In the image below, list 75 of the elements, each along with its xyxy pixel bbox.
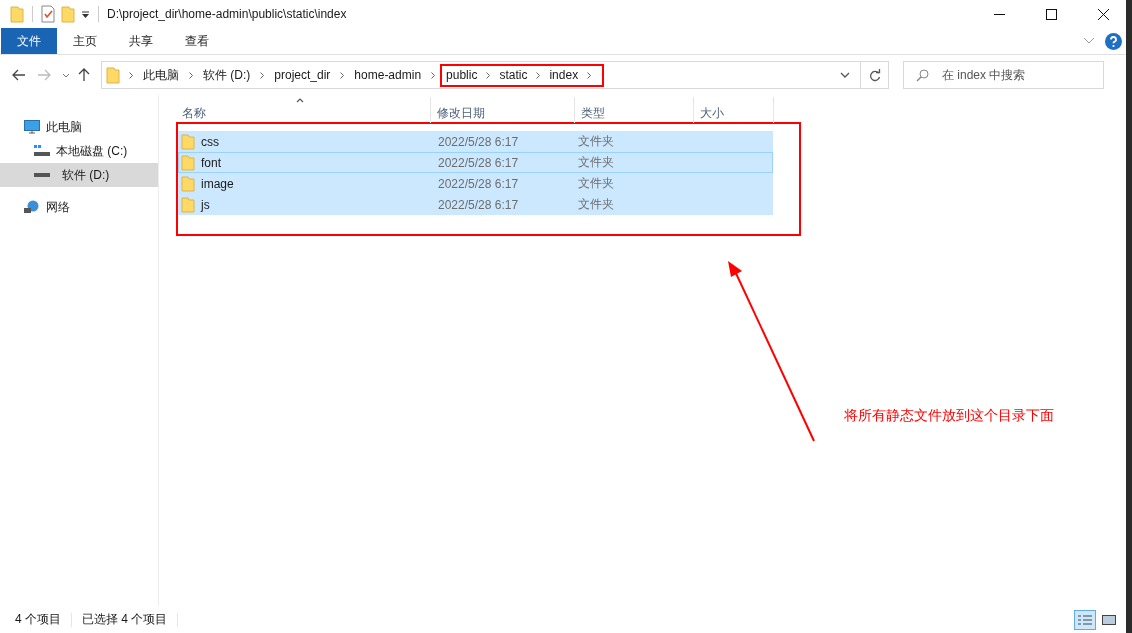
folder-icon bbox=[181, 196, 195, 213]
details-view-icon bbox=[1077, 613, 1093, 626]
file-row[interactable]: js 2022/5/28 6:17 文件夹 bbox=[178, 194, 773, 215]
back-icon[interactable] bbox=[12, 69, 26, 81]
chevron-icon[interactable] bbox=[340, 71, 345, 79]
file-type: 文件夹 bbox=[577, 154, 615, 171]
file-name: css bbox=[201, 134, 219, 149]
file-row[interactable]: font 2022/5/28 6:17 文件夹 bbox=[178, 152, 773, 173]
ribbon-tab[interactable]: 共享 bbox=[113, 28, 169, 54]
expand-ribbon-icon[interactable] bbox=[1083, 37, 1095, 45]
file-row[interactable]: css 2022/5/28 6:17 文件夹 bbox=[178, 131, 773, 152]
folder-icon bbox=[106, 66, 120, 84]
address-bar[interactable]: 此电脑 软件 (D:) project_dir home-admin public static index bbox=[101, 61, 861, 89]
breadcrumb-item[interactable]: index bbox=[545, 68, 583, 82]
breadcrumb-item[interactable]: 此电脑 bbox=[138, 66, 184, 84]
modified-date: 2022/5/28 6:17 bbox=[437, 176, 520, 191]
drive-icon bbox=[34, 173, 50, 177]
up-icon[interactable] bbox=[78, 68, 90, 82]
modified-date: 2022/5/28 6:17 bbox=[437, 155, 520, 170]
chevron-icon[interactable] bbox=[260, 71, 265, 79]
sidebar-item[interactable]: 网络 bbox=[0, 195, 158, 219]
breadcrumb-item[interactable]: public bbox=[442, 68, 482, 82]
sidebar-item[interactable]: 此电脑 bbox=[0, 115, 158, 139]
close-icon bbox=[1097, 8, 1109, 20]
search-icon bbox=[916, 69, 929, 82]
file-name: image bbox=[201, 176, 234, 191]
folder-icon bbox=[181, 175, 195, 192]
file-type: 文件夹 bbox=[577, 175, 615, 192]
window-title: D:\project_dir\home-admin\public\static\index bbox=[107, 7, 347, 21]
large-icons-view-icon bbox=[1101, 613, 1117, 626]
file-type: 文件夹 bbox=[577, 196, 615, 213]
properties-icon[interactable] bbox=[41, 5, 55, 23]
file-name: font bbox=[201, 155, 221, 170]
dropdown-icon[interactable] bbox=[81, 9, 90, 19]
drive-icon bbox=[34, 145, 50, 157]
computer-icon bbox=[24, 120, 40, 134]
ribbon-tab[interactable]: 查看 bbox=[169, 28, 225, 54]
file-row[interactable]: image 2022/5/28 6:17 文件夹 bbox=[178, 173, 773, 194]
item-count: 4 个项目 bbox=[15, 611, 61, 628]
recent-locations-icon[interactable] bbox=[62, 72, 70, 78]
refresh-button[interactable] bbox=[861, 61, 889, 89]
file-name: js bbox=[201, 197, 210, 212]
modified-date: 2022/5/28 6:17 bbox=[437, 197, 520, 212]
chevron-icon[interactable] bbox=[486, 71, 491, 79]
dropdown-icon[interactable] bbox=[840, 72, 850, 78]
breadcrumb-item[interactable]: project_dir bbox=[269, 68, 336, 82]
chevron-icon[interactable] bbox=[189, 71, 193, 79]
chevron-icon[interactable] bbox=[129, 71, 133, 79]
annotation-text: 将所有静态文件放到这个目录下面 bbox=[844, 407, 1054, 425]
refresh-icon bbox=[868, 68, 881, 82]
breadcrumb-item[interactable]: static bbox=[495, 68, 532, 82]
chevron-icon[interactable] bbox=[587, 71, 592, 79]
column-header[interactable]: 类型 bbox=[575, 97, 694, 123]
selection-count: 已选择 4 个项目 bbox=[82, 611, 168, 628]
network-icon bbox=[24, 200, 40, 214]
chevron-icon[interactable] bbox=[536, 71, 541, 79]
breadcrumb-item[interactable]: 软件 (D:) bbox=[198, 66, 256, 84]
column-header[interactable]: 名称 bbox=[176, 97, 431, 123]
folder-icon bbox=[181, 154, 195, 171]
ribbon-tab[interactable]: 文件 bbox=[1, 28, 57, 54]
maximize-icon bbox=[1045, 8, 1057, 20]
folder-icon bbox=[181, 133, 195, 150]
sidebar-item[interactable]: 软件 (D:) bbox=[0, 163, 158, 187]
search-field[interactable]: 在 index 中搜索 bbox=[903, 61, 1104, 89]
minimize-icon bbox=[993, 13, 1005, 15]
sidebar-item[interactable]: 本地磁盘 (C:) bbox=[0, 139, 158, 163]
help-icon[interactable] bbox=[1105, 32, 1122, 50]
column-header[interactable]: 大小 bbox=[694, 97, 774, 123]
ribbon-tab[interactable]: 主页 bbox=[57, 28, 113, 54]
sort-caret-icon bbox=[296, 98, 304, 103]
file-type: 文件夹 bbox=[577, 133, 615, 150]
column-header[interactable]: 修改日期 bbox=[431, 97, 575, 123]
breadcrumb-item[interactable]: home-admin bbox=[349, 68, 427, 82]
chevron-icon[interactable] bbox=[431, 71, 436, 79]
modified-date: 2022/5/28 6:17 bbox=[437, 134, 520, 149]
